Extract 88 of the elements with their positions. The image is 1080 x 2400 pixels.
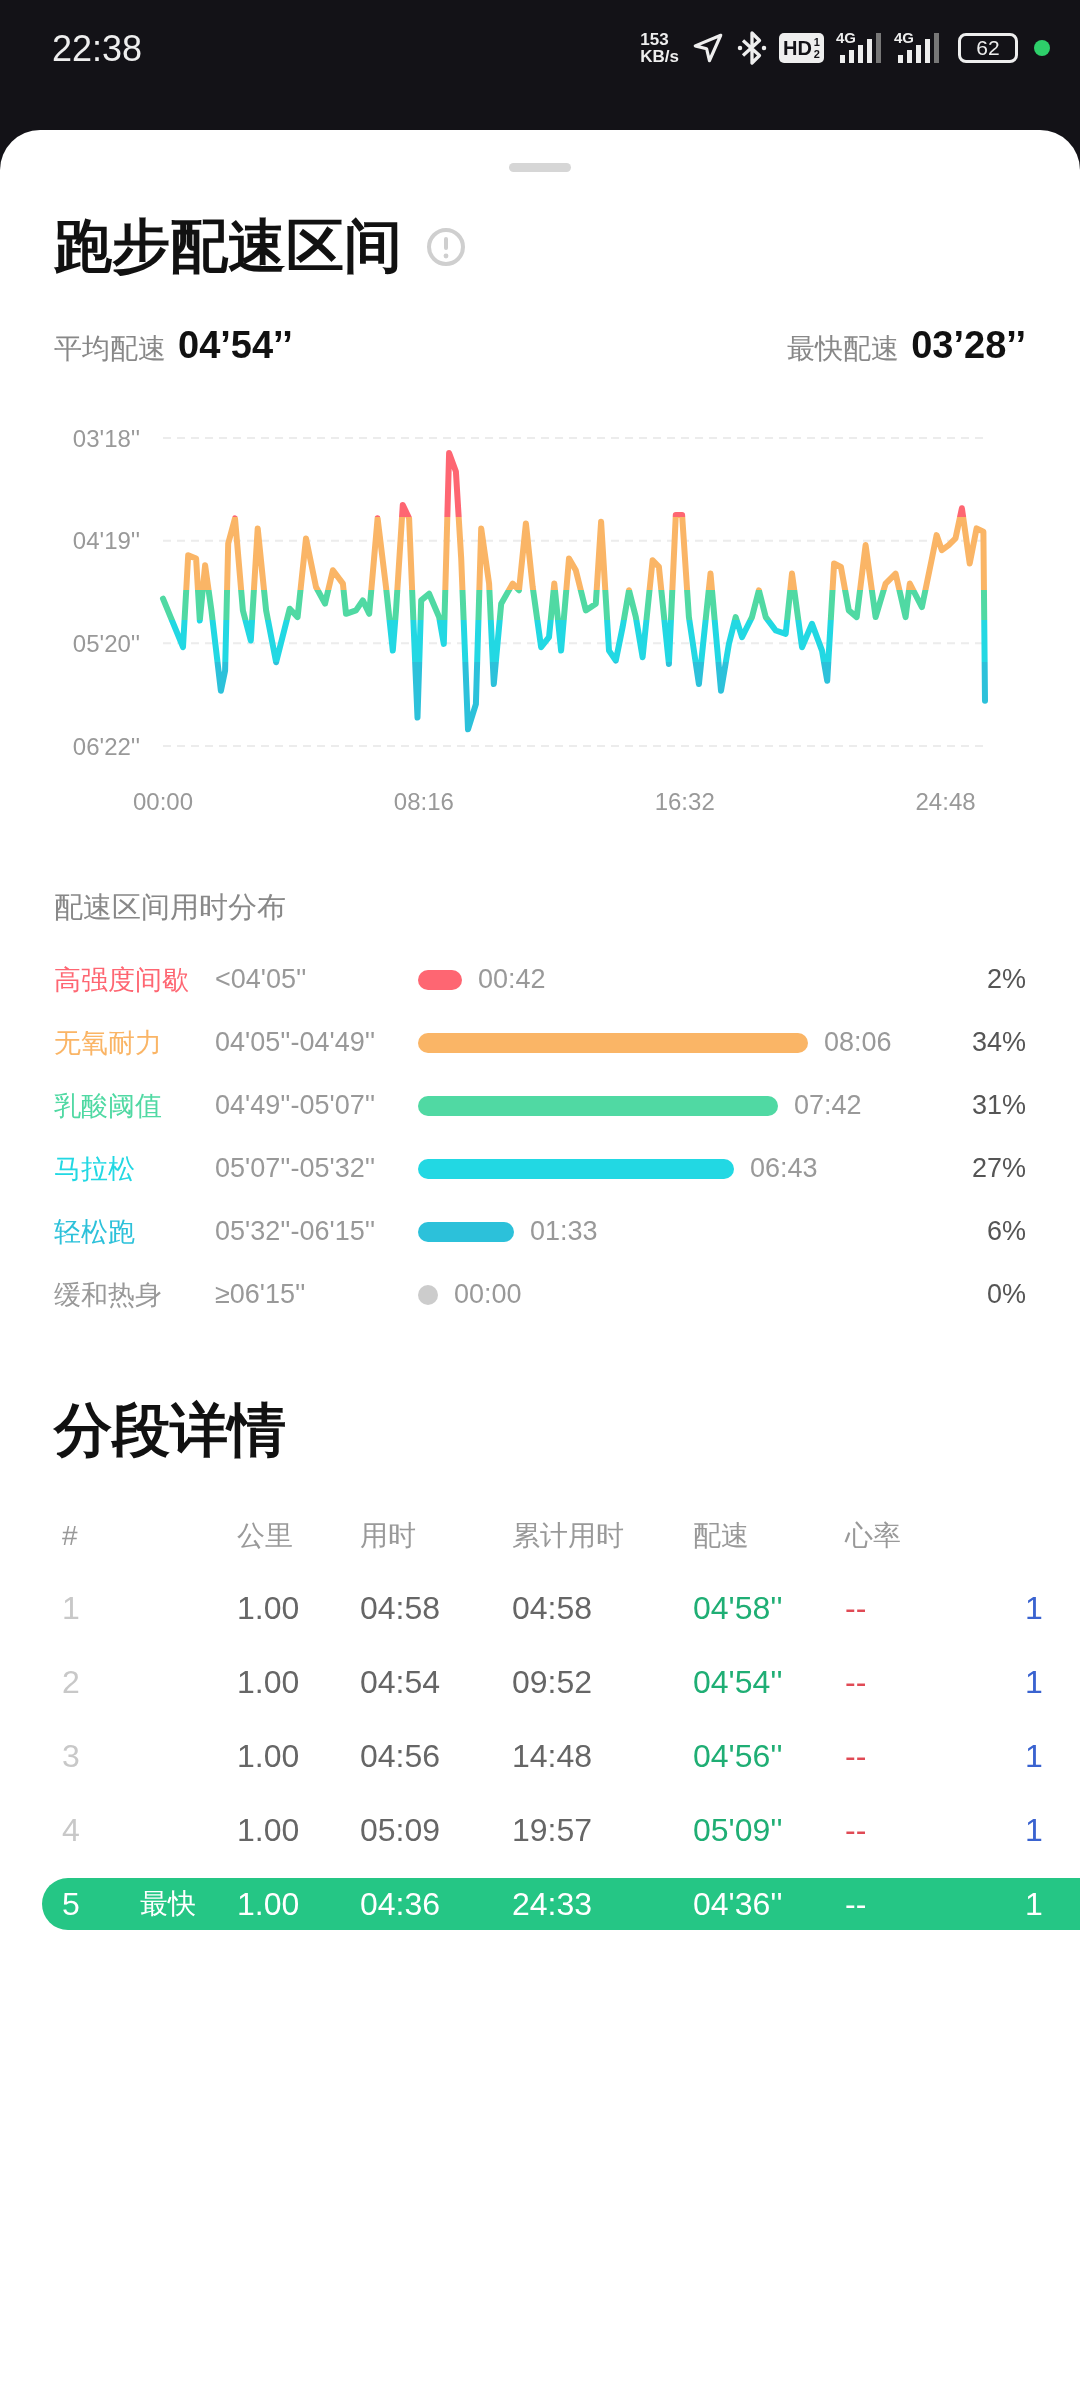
table-cell: 04:58 — [360, 1589, 441, 1627]
network-speed: 153 KB/s — [640, 31, 679, 65]
table-cell: 04:54 — [360, 1663, 441, 1701]
table-cell: 04:56 — [360, 1737, 441, 1775]
zone-name: 马拉松 — [54, 1152, 136, 1186]
table-cell: 04'58'' — [693, 1589, 783, 1627]
table-cell: 1.00 — [237, 1737, 300, 1775]
table-cell: 19:57 — [512, 1811, 593, 1849]
axis-label: 06'22'' — [72, 732, 140, 760]
column-header: 累计用时 — [512, 1519, 624, 1553]
zone-duration: 06:43 — [750, 1153, 818, 1184]
zone-duration: 00:42 — [478, 964, 546, 995]
zone-duration: 00:00 — [454, 1279, 522, 1310]
zone-range: 05'32''-06'15'' — [215, 1216, 377, 1247]
table-cell: 04:58 — [512, 1589, 593, 1627]
zone-percent: 27% — [970, 1153, 1026, 1184]
table-cell: 1.00 — [237, 1663, 300, 1701]
zone-duration: 07:42 — [794, 1090, 862, 1121]
network-type: 4G — [835, 29, 856, 46]
axis-label: 00:00 — [132, 788, 194, 815]
table-cell: 1 — [1025, 1885, 1043, 1923]
zone-name: 无氧耐力 — [54, 1026, 163, 1060]
fastest-tag: 最快 — [140, 1885, 196, 1923]
axis-label: 04'19'' — [72, 527, 140, 555]
zone-percent: 2% — [985, 964, 1026, 995]
table-cell: 1 — [1025, 1811, 1043, 1849]
table-cell: -- — [845, 1663, 867, 1701]
column-header: 用时 — [360, 1519, 416, 1553]
info-icon[interactable] — [426, 227, 466, 267]
axis-label: 24:48 — [915, 788, 976, 815]
zone-name: 缓和热身 — [54, 1278, 163, 1312]
zone-percent: 0% — [985, 1279, 1026, 1310]
table-cell: -- — [845, 1737, 867, 1775]
table-cell: -- — [845, 1885, 867, 1923]
zone-range: 05'07''-05'32'' — [215, 1153, 377, 1184]
stat-label: 最快配速 — [787, 332, 900, 366]
table-cell: 1 — [1025, 1737, 1043, 1775]
table-cell: 1.00 — [237, 1885, 300, 1923]
column-header: 配速 — [693, 1519, 749, 1553]
table-cell: 04'54'' — [693, 1663, 783, 1701]
table-cell: 1 — [1025, 1663, 1043, 1701]
zone-range: 04'49''-05'07'' — [215, 1090, 377, 1121]
axis-label: 03'18'' — [72, 424, 140, 452]
zone-range: ≥06'15'' — [215, 1279, 307, 1310]
column-header: # — [62, 1520, 78, 1552]
signal-icon — [838, 33, 882, 63]
table-cell: 1.00 — [237, 1811, 300, 1849]
bluetooth-icon — [736, 30, 767, 66]
section-title: 跑步配速区间 — [54, 212, 402, 280]
zone-name: 乳酸阈值 — [54, 1089, 163, 1123]
zone-range: <04'05'' — [215, 964, 308, 995]
table-cell: 04:36 — [360, 1885, 441, 1923]
table-cell: -- — [845, 1811, 867, 1849]
table-cell: 1 — [1025, 1589, 1043, 1627]
table-cell: 05:09 — [360, 1811, 441, 1849]
axis-label: 08:16 — [393, 788, 454, 815]
signal-icon — [896, 33, 940, 63]
zone-percent: 31% — [970, 1090, 1026, 1121]
column-header: 心率 — [845, 1519, 901, 1553]
table-cell: 5 — [62, 1885, 80, 1923]
zone-duration: 01:33 — [530, 1216, 598, 1247]
column-header: 公里 — [237, 1519, 293, 1553]
table-cell: 09:52 — [512, 1663, 593, 1701]
zone-percent: 34% — [970, 1027, 1026, 1058]
zone-name: 高强度间歇 — [54, 963, 190, 997]
axis-label: 16:32 — [654, 788, 715, 815]
zone-duration: 08:06 — [824, 1027, 892, 1058]
table-cell: 04'56'' — [693, 1737, 783, 1775]
table-cell: 24:33 — [512, 1885, 593, 1923]
axis-label: 05'20'' — [72, 629, 140, 657]
zone-range: 04'05''-04'49'' — [215, 1027, 377, 1058]
drag-handle[interactable] — [509, 163, 571, 172]
table-cell: 1.00 — [237, 1589, 300, 1627]
section-title: 分段详情 — [52, 1396, 287, 1464]
stat-value: 04’54’’ — [178, 324, 293, 367]
network-type: 4G — [894, 29, 914, 46]
battery-indicator: 62 — [958, 33, 1018, 63]
zone-name: 轻松跑 — [54, 1215, 136, 1249]
table-cell: -- — [845, 1589, 867, 1627]
table-cell: 14:48 — [512, 1737, 593, 1775]
table-cell: 05'09'' — [693, 1811, 783, 1849]
stat-value: 03’28’’ — [911, 324, 1026, 367]
zone-percent: 6% — [985, 1216, 1026, 1247]
clock-time: 22:38 — [52, 28, 143, 70]
stat-label: 平均配速 — [54, 332, 166, 366]
privacy-dot — [1034, 40, 1050, 56]
table-cell: 04'36'' — [693, 1885, 783, 1923]
subsection-title: 配速区间用时分布 — [53, 890, 287, 925]
